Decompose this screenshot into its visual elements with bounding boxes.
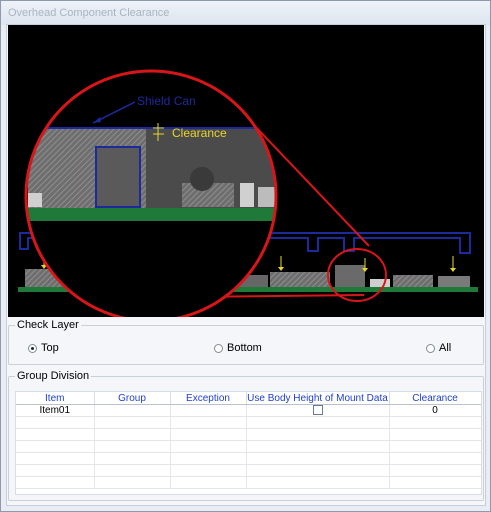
table-row-empty[interactable]	[16, 428, 481, 441]
table-row-empty[interactable]	[16, 476, 481, 489]
radio-all-label: All	[439, 342, 452, 354]
column-header-use-body-height[interactable]: Use Body Height of Mount Data	[246, 392, 390, 405]
column-header-group[interactable]: Group	[94, 392, 171, 405]
cell-group[interactable]	[94, 404, 171, 417]
table-header-row: Item Group Exception Use Body Height of …	[16, 392, 481, 405]
check-layer-label: Check Layer	[15, 319, 81, 331]
column-header-item[interactable]: Item	[16, 392, 95, 405]
table-row-empty[interactable]	[16, 440, 481, 453]
title-bar: Overhead Component Clearance	[1, 1, 490, 25]
column-header-exception[interactable]: Exception	[170, 392, 247, 405]
radio-all[interactable]: All	[426, 342, 451, 354]
table-row-empty[interactable]	[16, 452, 481, 465]
clearance-diagram: Shield Can Clearance	[8, 25, 484, 317]
use-body-height-checkbox[interactable]	[312, 405, 323, 416]
clearance-label: Clearance	[172, 126, 227, 140]
radio-bottom[interactable]: Bottom	[214, 342, 262, 354]
radio-bottom-indicator[interactable]	[214, 343, 223, 353]
cell-use-body-height[interactable]	[246, 404, 390, 417]
shield-can-label: Shield Can	[137, 94, 196, 108]
cell-clearance[interactable]: 0	[389, 404, 481, 417]
window-title: Overhead Component Clearance	[8, 7, 170, 19]
cell-exception[interactable]	[170, 404, 247, 417]
radio-top[interactable]: Top	[28, 342, 59, 354]
radio-all-indicator[interactable]	[426, 343, 435, 353]
group-division-table[interactable]: Item Group Exception Use Body Height of …	[15, 391, 482, 495]
table-row-empty[interactable]	[16, 464, 481, 477]
diagram-svg: Shield Can Clearance	[18, 69, 478, 317]
cell-item[interactable]: Item01	[16, 404, 95, 417]
table-row-empty[interactable]	[16, 416, 481, 429]
radio-top-label: Top	[41, 342, 59, 354]
radio-bottom-label: Bottom	[227, 342, 262, 354]
group-division-label: Group Division	[15, 370, 92, 382]
column-header-clearance[interactable]: Clearance	[389, 392, 481, 405]
radio-top-indicator[interactable]	[28, 343, 37, 353]
table-row[interactable]: Item01 0	[16, 404, 481, 417]
